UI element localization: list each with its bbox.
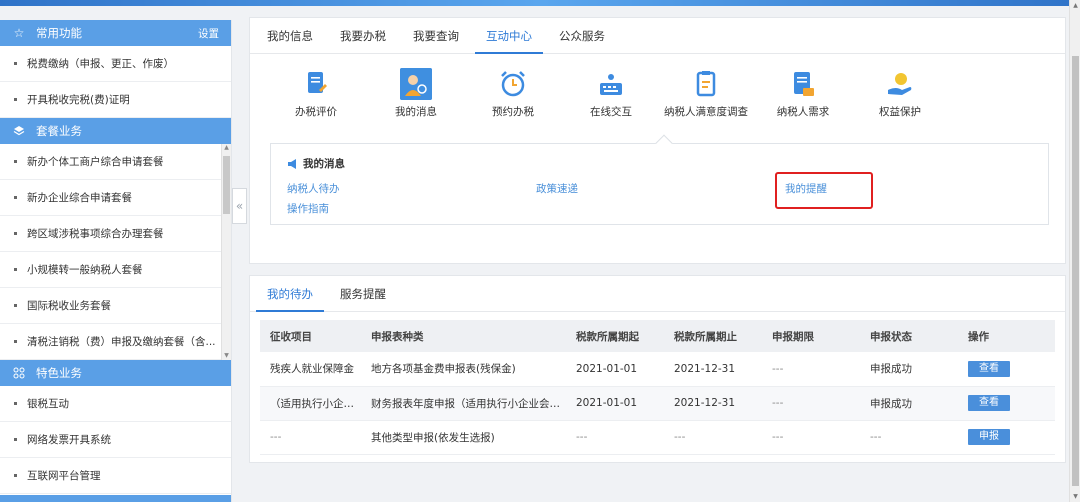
bullet-icon bbox=[14, 402, 17, 405]
messages-title: 我的消息 bbox=[287, 156, 345, 171]
tab-my-todo[interactable]: 我的待办 bbox=[256, 276, 324, 312]
sidebar-item[interactable]: 开具税收完税(费)证明 bbox=[0, 82, 231, 118]
scroll-down-icon[interactable]: ▼ bbox=[1071, 493, 1080, 500]
document-list-icon bbox=[794, 72, 814, 96]
bullet-icon bbox=[14, 340, 17, 343]
sidebar-item[interactable]: 税费缴纳（申报、更正、作废） bbox=[0, 46, 231, 82]
taxpayer-needs-button[interactable]: 纳税人需求 bbox=[753, 68, 853, 119]
col-header: 申报期限 bbox=[762, 320, 860, 352]
view-button[interactable]: 查看 bbox=[968, 360, 1010, 377]
bullet-icon bbox=[14, 196, 17, 199]
document-edit-icon bbox=[308, 72, 327, 93]
bullet-icon bbox=[14, 160, 17, 163]
scrollbar-thumb[interactable] bbox=[223, 156, 230, 214]
sidebar-section-common[interactable]: ☆ 常用功能 设置 bbox=[0, 20, 231, 46]
appointment-button[interactable]: 预约办税 bbox=[463, 68, 563, 119]
tax-evaluation-button[interactable]: 办税评价 bbox=[266, 68, 366, 119]
col-header: 税款所属期止 bbox=[664, 320, 762, 352]
table-header-row: 征收项目 申报表种类 税款所属期起 税款所属期止 申报期限 申报状态 操作 bbox=[260, 320, 1055, 352]
satisfaction-survey-button[interactable]: 纳税人满意度调查 bbox=[656, 68, 756, 119]
tab-my-info[interactable]: 我的信息 bbox=[256, 18, 324, 53]
bullet-icon bbox=[14, 62, 17, 65]
col-header: 税款所属期起 bbox=[566, 320, 664, 352]
col-header: 申报表种类 bbox=[361, 320, 566, 352]
tab-service-reminder[interactable]: 服务提醒 bbox=[329, 276, 397, 311]
sidebar-section-special[interactable]: 特色业务 bbox=[0, 360, 231, 386]
taxpayer-todo-link[interactable]: 纳税人待办 bbox=[287, 181, 340, 196]
double-chevron-left-icon: « bbox=[235, 199, 244, 213]
top-banner-strip bbox=[0, 0, 1080, 6]
scrollbar-thumb[interactable] bbox=[1072, 56, 1079, 486]
tab-query[interactable]: 我要查询 bbox=[402, 18, 470, 53]
sidebar-item[interactable]: 国际税收业务套餐 bbox=[0, 288, 231, 324]
tab-interaction-center[interactable]: 互动中心 bbox=[475, 18, 543, 54]
scroll-down-icon[interactable]: ▼ bbox=[222, 352, 231, 360]
star-icon: ☆ bbox=[13, 26, 25, 40]
sidebar-section-package[interactable]: 套餐业务 bbox=[0, 118, 231, 144]
function-icon-row: 办税评价 我的消息 预约办税 在线交互 纳税人满意度调查 纳税人需求 权益保护 bbox=[250, 68, 1065, 128]
bullet-icon bbox=[14, 98, 17, 101]
grid-icon bbox=[12, 366, 26, 380]
interaction-panel: 我的信息 我要办税 我要查询 互动中心 公众服务 办税评价 我的消息 预约办税 … bbox=[249, 17, 1066, 264]
bullet-icon bbox=[14, 474, 17, 477]
view-button[interactable]: 查看 bbox=[968, 395, 1010, 411]
collapse-sidebar-button[interactable]: « bbox=[232, 188, 247, 224]
settings-link[interactable]: 设置 bbox=[198, 26, 219, 41]
alarm-clock-icon bbox=[501, 71, 525, 97]
sidebar-item[interactable]: 清税注销税（费）申报及缴纳套餐（含... bbox=[0, 324, 231, 360]
bullet-icon bbox=[14, 304, 17, 307]
sidebar-item[interactable]: 新办个体工商户综合申请套餐 bbox=[0, 144, 231, 180]
declare-button[interactable]: 申报 bbox=[968, 429, 1010, 445]
sidebar-next-section bbox=[0, 495, 231, 502]
section-title: 常用功能 bbox=[36, 26, 82, 40]
todo-table: 征收项目 申报表种类 税款所属期起 税款所属期止 申报期限 申报状态 操作 残疾… bbox=[260, 320, 1055, 455]
todo-panel: 我的待办 服务提醒 征收项目 申报表种类 税款所属期起 税款所属期止 申报期限 … bbox=[249, 275, 1066, 463]
sidebar-item[interactable]: 小规模转一般纳税人套餐 bbox=[0, 252, 231, 288]
rights-protection-button[interactable]: 权益保护 bbox=[850, 68, 950, 119]
bullet-icon bbox=[14, 438, 17, 441]
highlight-box bbox=[775, 172, 873, 209]
tab-tax-handling[interactable]: 我要办税 bbox=[329, 18, 397, 53]
user-message-icon bbox=[400, 68, 432, 100]
todo-table-wrap: 征收项目 申报表种类 税款所属期起 税款所属期止 申报期限 申报状态 操作 残疾… bbox=[250, 320, 1065, 455]
sidebar-item[interactable]: 跨区域涉税事项综合办理套餐 bbox=[0, 216, 231, 252]
bullet-icon bbox=[14, 268, 17, 271]
megaphone-icon bbox=[288, 158, 296, 169]
todo-tabs: 我的待办 服务提醒 bbox=[250, 276, 1065, 312]
sidebar-item[interactable]: 银税互动 bbox=[0, 386, 231, 422]
policy-express-link[interactable]: 政策速递 bbox=[536, 181, 578, 196]
operation-guide-link[interactable]: 操作指南 bbox=[287, 201, 329, 216]
scroll-up-icon[interactable]: ▲ bbox=[222, 144, 231, 152]
section-title: 套餐业务 bbox=[36, 124, 82, 138]
table-row: （适用执行小企业... 财务报表年度申报（适用执行小企业会计准... 2021-… bbox=[260, 386, 1055, 421]
table-row: 残疾人就业保障金 地方各项基金费申报表(残保金) 2021-01-01 2021… bbox=[260, 352, 1055, 387]
my-messages-button[interactable]: 我的消息 bbox=[366, 68, 466, 119]
tab-public-service[interactable]: 公众服务 bbox=[548, 18, 616, 53]
sidebar-item[interactable]: 互联网平台管理 bbox=[0, 458, 231, 494]
scroll-up-icon[interactable]: ▲ bbox=[1071, 2, 1080, 9]
main-tabs: 我的信息 我要办税 我要查询 互动中心 公众服务 bbox=[250, 18, 1065, 54]
sidebar-item[interactable]: 新办企业综合申请套餐 bbox=[0, 180, 231, 216]
bullet-icon bbox=[14, 232, 17, 235]
sidebar-item[interactable]: 网络发票开具系统 bbox=[0, 422, 231, 458]
clipboard-icon bbox=[696, 71, 716, 97]
sidebar-scrollbar[interactable]: ▲ ▼ bbox=[221, 144, 231, 360]
col-header: 征收项目 bbox=[260, 320, 361, 352]
hand-coin-icon bbox=[888, 73, 912, 95]
layers-icon bbox=[12, 124, 26, 138]
keyboard-icon bbox=[600, 74, 622, 95]
online-interaction-button[interactable]: 在线交互 bbox=[561, 68, 661, 119]
sidebar: ☆ 常用功能 设置 税费缴纳（申报、更正、作废） 开具税收完税(费)证明 套餐业… bbox=[0, 20, 232, 502]
col-header: 申报状态 bbox=[860, 320, 958, 352]
section-title: 特色业务 bbox=[36, 366, 82, 380]
package-list: 新办个体工商户综合申请套餐 新办企业综合申请套餐 跨区域涉税事项综合办理套餐 小… bbox=[0, 144, 231, 360]
col-header: 操作 bbox=[958, 320, 1055, 352]
my-messages-box: 我的消息 纳税人待办 政策速递 我的提醒 操作指南 bbox=[270, 143, 1049, 225]
table-row: --- 其他类型申报(依发生选报) --- --- --- --- 申报 bbox=[260, 420, 1055, 455]
page-scrollbar[interactable]: ▲ ▼ bbox=[1069, 0, 1080, 502]
